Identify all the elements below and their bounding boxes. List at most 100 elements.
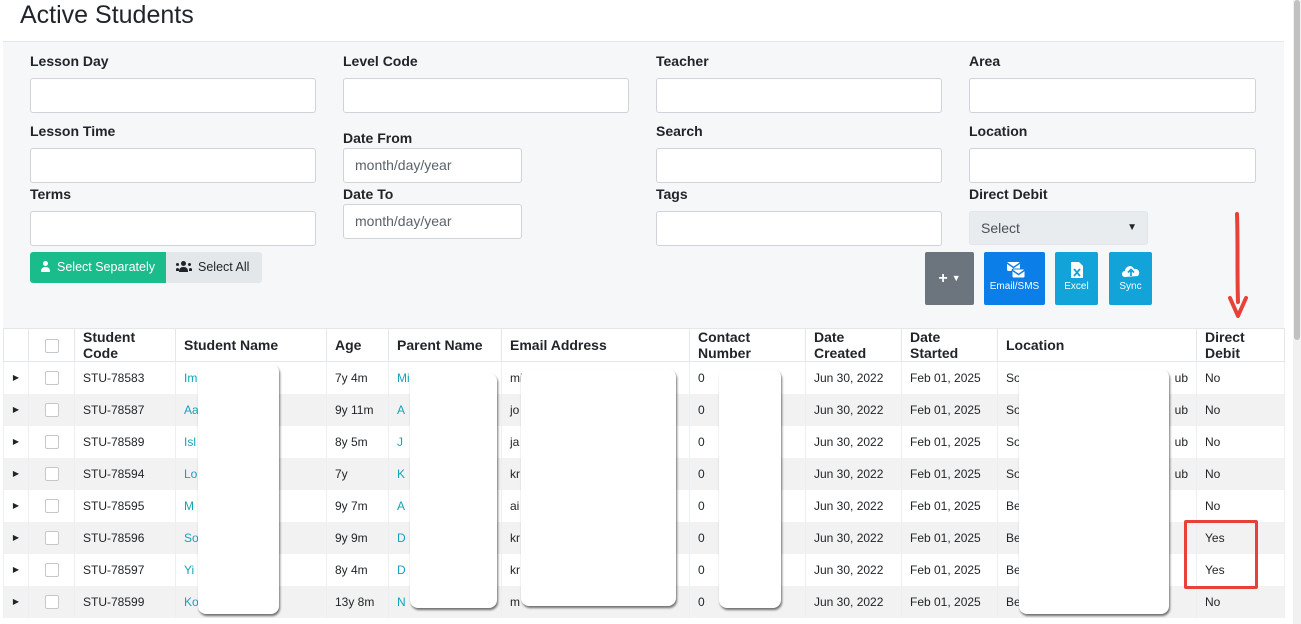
column-header[interactable]: Parent Name — [388, 328, 502, 362]
annotation-arrow-icon — [1228, 212, 1248, 318]
cell-age: 9y 11m — [326, 393, 389, 426]
column-header[interactable]: Contact Number — [689, 328, 806, 362]
checkbox[interactable] — [44, 371, 59, 386]
checkbox[interactable] — [44, 466, 59, 481]
name-value[interactable]: Im — [184, 371, 197, 385]
column-header[interactable]: Student Name — [175, 328, 327, 362]
sync-button[interactable]: Sync — [1109, 252, 1152, 305]
contact-value: 0 — [698, 434, 705, 449]
tags-input[interactable] — [656, 211, 942, 246]
parent-value[interactable]: N — [397, 595, 406, 609]
redaction-box — [1019, 369, 1169, 614]
name-value[interactable]: Ko — [184, 595, 199, 609]
date-from-input[interactable]: month/day/year — [343, 148, 522, 183]
name-value[interactable]: Isl — [184, 435, 196, 449]
column-header[interactable]: Date Started — [901, 328, 998, 362]
name-value[interactable]: Aa — [184, 403, 199, 417]
parent-value[interactable]: Mi — [397, 371, 410, 385]
name-value[interactable]: M — [184, 499, 194, 513]
age-value: 9y 7m — [335, 498, 368, 513]
name-value[interactable]: So — [184, 531, 199, 545]
created-value: Jun 30, 2022 — [814, 594, 884, 609]
dd-value: No — [1205, 370, 1221, 385]
contact-value: 0 — [698, 530, 705, 545]
checkbox[interactable] — [44, 402, 59, 417]
lesson-time-input[interactable] — [30, 148, 316, 183]
cell-code: STU-78595 — [74, 489, 176, 522]
scrollbar-thumb[interactable] — [1294, 0, 1300, 340]
row-checkbox-cell[interactable] — [28, 393, 75, 426]
email-sms-label: Email/SMS — [989, 281, 1040, 292]
parent-value[interactable]: K — [397, 467, 405, 481]
age-value: 13y 8m — [335, 594, 375, 609]
dd-value: No — [1205, 466, 1221, 481]
add-dropdown-button[interactable]: + ▼ — [925, 252, 974, 305]
area-label: Area — [969, 53, 1001, 69]
name-value[interactable]: Lo — [184, 467, 197, 481]
column-header[interactable]: Date Created — [805, 328, 902, 362]
location-tail-value: ub — [1174, 402, 1188, 417]
cell-created: Jun 30, 2022 — [805, 425, 902, 458]
search-input[interactable] — [656, 148, 942, 183]
name-value[interactable]: Yi — [184, 563, 194, 577]
select-all-checkbox-header[interactable] — [28, 328, 75, 362]
lesson-day-input[interactable] — [30, 78, 316, 113]
location-input[interactable] — [969, 148, 1256, 183]
row-checkbox-cell[interactable] — [28, 585, 75, 618]
cell-age: 8y 5m — [326, 425, 389, 458]
location-tail-value: ub — [1174, 466, 1188, 481]
row-checkbox-cell[interactable] — [28, 425, 75, 458]
location-tail-value: ub — [1174, 370, 1188, 385]
cell-code: STU-78589 — [74, 425, 176, 458]
parent-value[interactable]: D — [397, 531, 406, 545]
search-label: Search — [656, 123, 703, 139]
level-code-label: Level Code — [343, 53, 418, 69]
parent-value[interactable]: D — [397, 563, 406, 577]
expand-row-icon[interactable]: ▶ — [3, 521, 29, 554]
select-separately-button[interactable]: Select Separately — [30, 252, 166, 283]
row-checkbox-cell[interactable] — [28, 457, 75, 490]
column-header[interactable]: Email Address — [501, 328, 690, 362]
cell-dd: No — [1196, 585, 1285, 618]
date-to-input[interactable]: month/day/year — [343, 204, 522, 239]
expand-row-icon[interactable]: ▶ — [3, 361, 29, 394]
scrollbar[interactable] — [1293, 0, 1301, 624]
area-input[interactable] — [969, 78, 1256, 113]
cell-created: Jun 30, 2022 — [805, 361, 902, 394]
expand-row-icon[interactable]: ▶ — [3, 393, 29, 426]
expand-row-icon[interactable]: ▶ — [3, 553, 29, 586]
email-sms-button[interactable]: Email/SMS — [984, 252, 1045, 305]
tags-label: Tags — [656, 186, 688, 202]
checkbox[interactable] — [44, 562, 59, 577]
level-code-input[interactable] — [343, 78, 629, 113]
started-value: Feb 01, 2025 — [910, 562, 981, 577]
parent-value[interactable]: A — [397, 403, 405, 417]
parent-value[interactable]: A — [397, 499, 405, 513]
column-header[interactable]: Location — [997, 328, 1197, 362]
column-header[interactable]: Direct Debit — [1196, 328, 1285, 362]
column-header[interactable]: Student Code — [74, 328, 176, 362]
expand-row-icon[interactable]: ▶ — [3, 585, 29, 618]
cell-created: Jun 30, 2022 — [805, 585, 902, 618]
select-all-button[interactable]: Select All — [166, 252, 262, 283]
checkbox[interactable] — [44, 530, 59, 545]
location-label: Location — [969, 123, 1028, 139]
parent-value[interactable]: J — [397, 435, 403, 449]
direct-debit-select[interactable]: Select ▼ — [969, 211, 1148, 245]
expand-row-icon[interactable]: ▶ — [3, 457, 29, 490]
row-checkbox-cell[interactable] — [28, 553, 75, 586]
expand-row-icon[interactable]: ▶ — [3, 425, 29, 458]
checkbox[interactable] — [44, 434, 59, 449]
checkbox[interactable] — [44, 498, 59, 513]
checkbox[interactable] — [44, 339, 59, 354]
row-checkbox-cell[interactable] — [28, 489, 75, 522]
row-checkbox-cell[interactable] — [28, 361, 75, 394]
redaction-box — [198, 364, 279, 614]
expand-row-icon[interactable]: ▶ — [3, 489, 29, 522]
row-checkbox-cell[interactable] — [28, 521, 75, 554]
terms-input[interactable] — [30, 211, 316, 246]
excel-button[interactable]: Excel — [1055, 252, 1098, 305]
column-header[interactable]: Age — [326, 328, 389, 362]
checkbox[interactable] — [44, 594, 59, 609]
teacher-input[interactable] — [656, 78, 942, 113]
